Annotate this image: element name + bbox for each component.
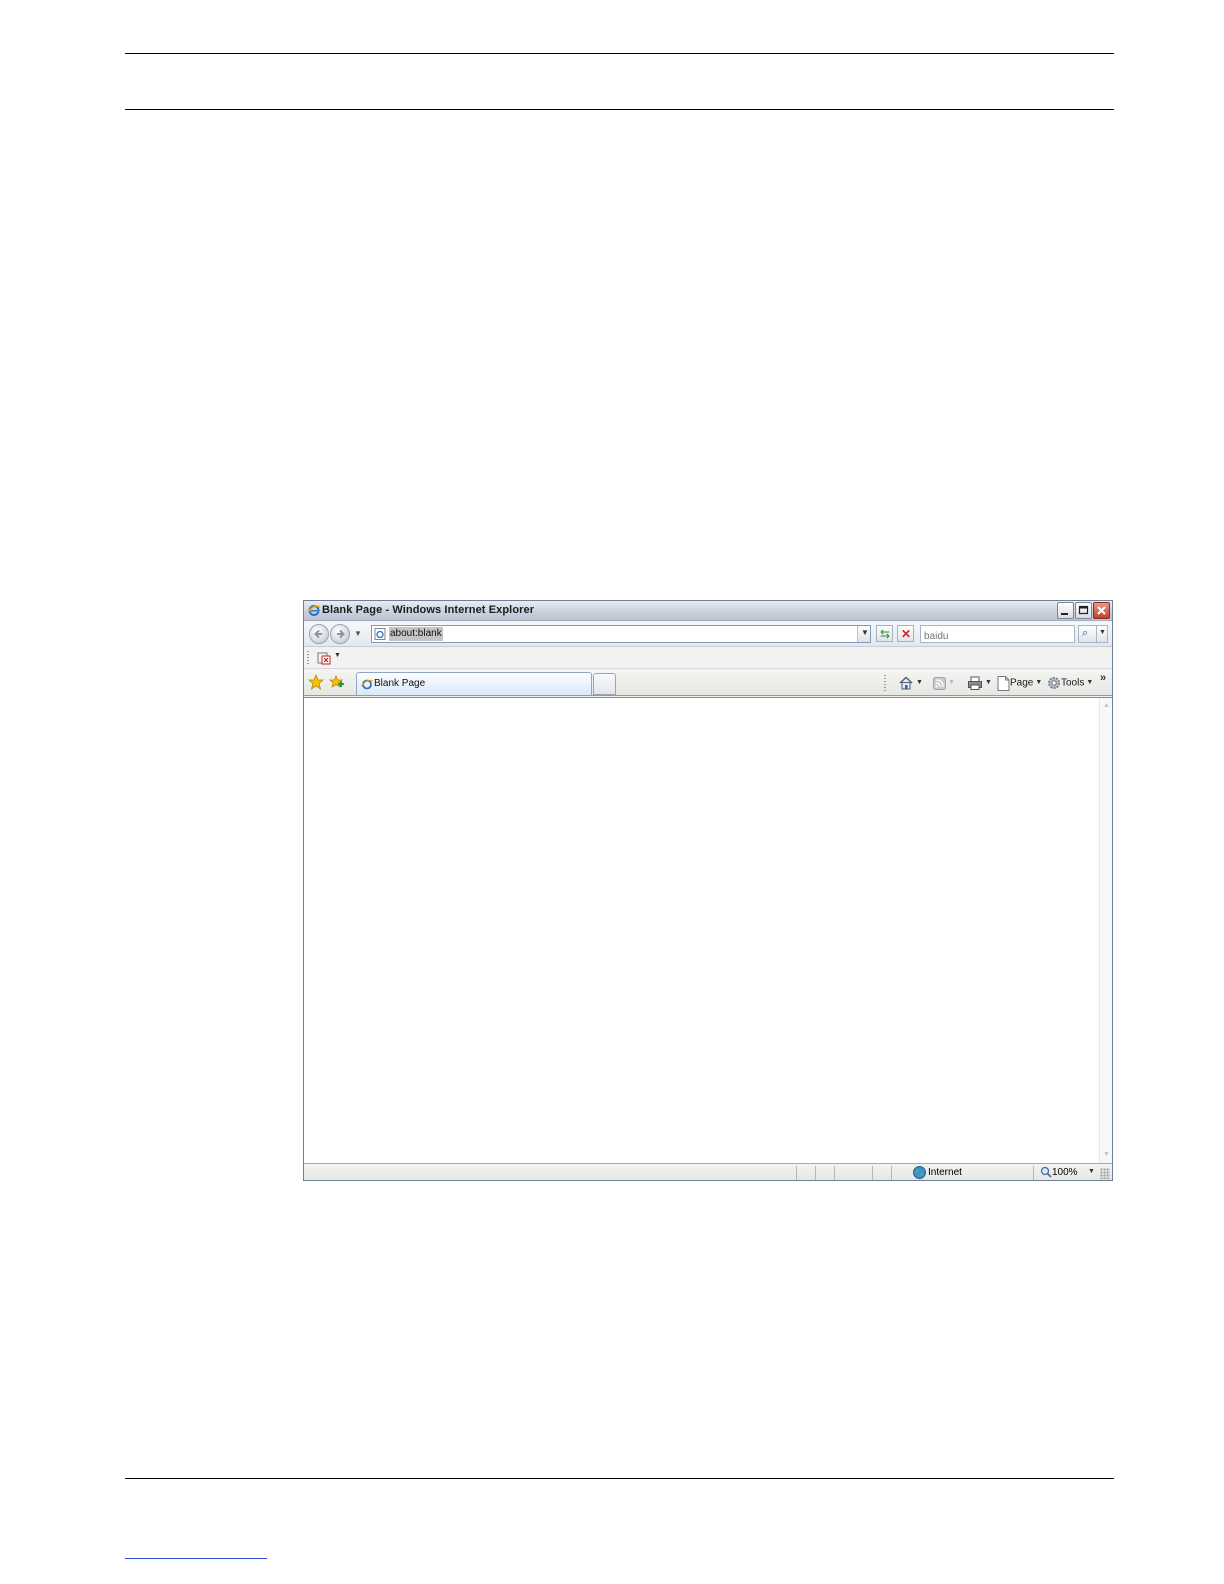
search-input[interactable] (921, 628, 1071, 645)
scroll-down-icon[interactable]: ▼ (1101, 1149, 1112, 1161)
minimize-button[interactable] (1057, 602, 1074, 619)
refresh-icon: ⇆ (880, 627, 891, 641)
chevron-down-icon: ▼ (1035, 679, 1043, 686)
toolbar-overflow-button[interactable]: » (1100, 672, 1106, 684)
globe-icon (913, 1166, 926, 1179)
status-divider (834, 1166, 835, 1180)
ie-browser-window: Blank Page - Windows Internet Explorer ▼ (303, 600, 1113, 1181)
page-icon (997, 675, 1010, 691)
footer-rule (125, 1478, 1114, 1479)
recent-pages-dropdown-icon[interactable]: ▼ (354, 629, 362, 638)
rss-icon (933, 676, 946, 690)
page-icon (374, 628, 386, 640)
footer-link-underline (125, 1558, 267, 1559)
status-divider (1033, 1166, 1034, 1180)
chevron-down-icon: ▼ (948, 679, 955, 686)
window-title: Blank Page - Windows Internet Explorer (322, 604, 535, 616)
forward-button[interactable] (330, 624, 350, 644)
addon-dropdown-icon[interactable]: ▼ (334, 652, 341, 659)
back-button[interactable] (309, 624, 329, 644)
zoom-dropdown-icon[interactable]: ▼ (1088, 1168, 1095, 1175)
status-divider (891, 1166, 892, 1180)
address-bar[interactable]: about:blank ▼ (371, 625, 871, 643)
chevron-down-icon: ▼ (916, 679, 923, 686)
status-bar: Internet 100% ▼ (304, 1163, 1112, 1180)
magnifier-icon: ⌕ (1082, 627, 1089, 639)
nav-buttons: ▼ (306, 623, 362, 645)
page-menu-button[interactable]: Page ▼ (997, 674, 1042, 692)
zoom-level[interactable]: 100% (1040, 1166, 1078, 1180)
address-dropdown-button[interactable]: ▼ (857, 626, 870, 642)
tab-blank-page[interactable]: Blank Page (356, 672, 592, 695)
header-rule-top (125, 53, 1114, 54)
page-content-area[interactable]: ▲ ▼ (304, 697, 1112, 1163)
print-button[interactable]: ▼ (967, 674, 992, 692)
tools-menu-label: Tools (1061, 677, 1085, 689)
header-rule-bottom (125, 109, 1114, 110)
command-bar: ▼ ▼ ▼ Page ▼ Tools ▼ » (884, 672, 1110, 694)
addon-icon[interactable] (316, 650, 332, 666)
maximize-icon (1078, 605, 1089, 615)
security-zone[interactable]: Internet (913, 1166, 962, 1180)
zoom-label: 100% (1052, 1167, 1078, 1178)
chevron-down-icon: ▼ (985, 679, 992, 686)
tab-bar: Blank Page ▼ ▼ ▼ Page ▼ Tools ▼ » (304, 670, 1112, 696)
addon-toolbar: ▼ (304, 648, 1112, 669)
address-input[interactable]: about:blank (389, 627, 443, 641)
tab-label: Blank Page (374, 678, 426, 689)
feeds-button[interactable]: ▼ (933, 674, 955, 692)
page-menu-label: Page (1010, 677, 1034, 689)
scroll-up-icon[interactable]: ▲ (1101, 700, 1112, 712)
minimize-icon (1061, 613, 1068, 615)
command-bar-grip[interactable] (884, 675, 886, 691)
status-divider (796, 1166, 797, 1180)
maximize-button[interactable] (1075, 602, 1092, 619)
chevron-down-icon: ▼ (1086, 679, 1094, 686)
search-options-dropdown[interactable]: ▼ (1097, 625, 1108, 643)
star-icon[interactable] (308, 674, 324, 690)
chevron-down-icon: ▼ (861, 628, 869, 637)
back-arrow-icon (314, 629, 322, 639)
close-button[interactable] (1093, 602, 1110, 619)
ie-logo-icon (361, 679, 373, 690)
chevron-down-icon: ▼ (1099, 629, 1106, 636)
title-bar[interactable]: Blank Page - Windows Internet Explorer (304, 601, 1112, 621)
home-button[interactable]: ▼ (898, 674, 923, 692)
status-divider (815, 1166, 816, 1180)
zone-label: Internet (928, 1167, 962, 1179)
vertical-scrollbar[interactable]: ▲ ▼ (1099, 698, 1112, 1163)
ie-logo-icon (307, 605, 321, 616)
gear-icon (1048, 677, 1060, 689)
toolbar-grip[interactable] (307, 651, 309, 666)
home-icon (899, 676, 913, 690)
stop-icon: ✕ (901, 627, 912, 641)
search-box[interactable] (920, 625, 1075, 645)
resize-grip[interactable] (1100, 1168, 1110, 1179)
tools-menu-button[interactable]: Tools ▼ (1047, 674, 1093, 692)
new-tab-button[interactable] (593, 673, 616, 695)
printer-icon (968, 676, 982, 690)
search-button[interactable]: ⌕ (1078, 625, 1097, 643)
status-divider (872, 1166, 873, 1180)
zoom-icon (1040, 1167, 1052, 1178)
navigation-bar: ▼ about:blank ▼ ⇆ ✕ ⌕ ▼ (304, 622, 1112, 647)
close-icon (1097, 606, 1106, 615)
refresh-button[interactable]: ⇆ (876, 625, 893, 642)
stop-button[interactable]: ✕ (897, 625, 914, 642)
add-favorites-icon[interactable] (329, 674, 345, 690)
forward-arrow-icon (337, 629, 345, 639)
